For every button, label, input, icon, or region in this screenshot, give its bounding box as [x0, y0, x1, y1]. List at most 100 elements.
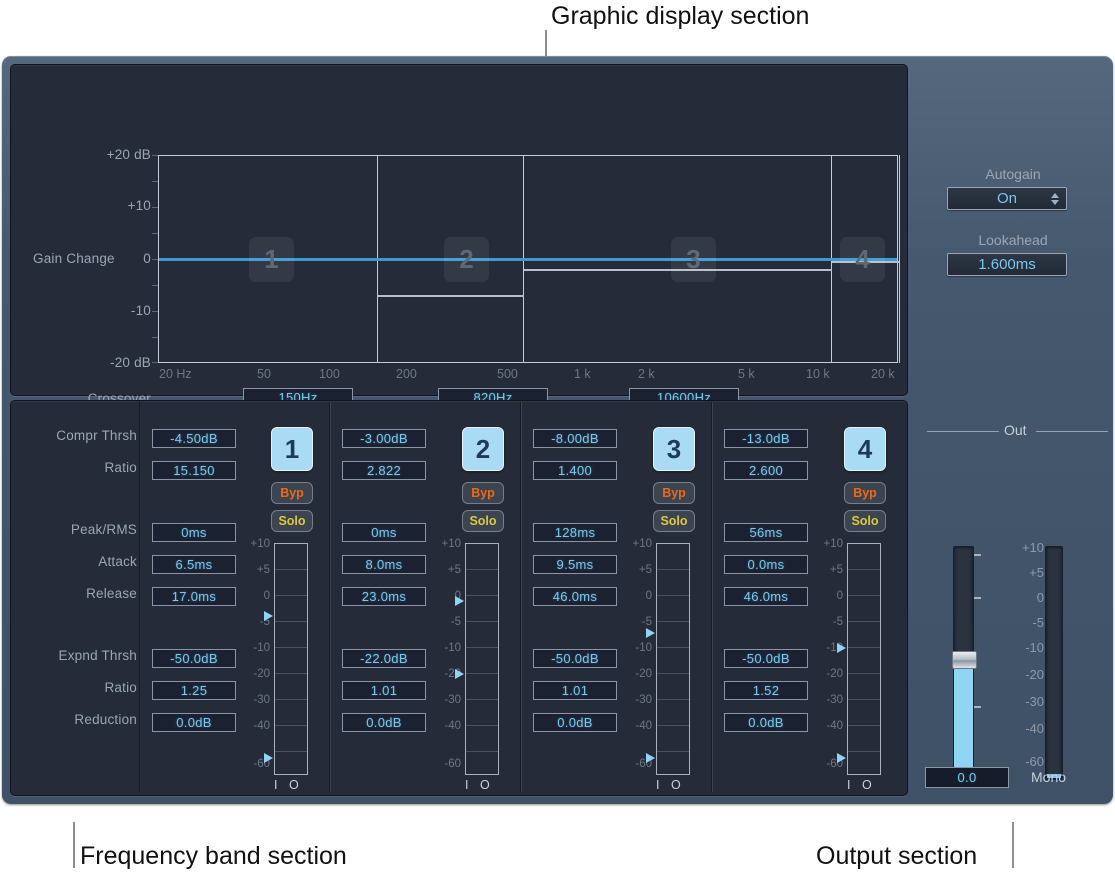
band-3-bypass-button[interactable]: Byp — [653, 482, 695, 504]
output-fader-fill — [954, 659, 973, 779]
graphic-display-section: +20 dB +10 0 -10 -20 dB Gain Change — [10, 64, 908, 396]
band-4-meter-scale-minus5: -5 — [801, 616, 843, 628]
band-3-expnd-ratio-field[interactable]: 1.01 — [533, 681, 617, 700]
band-1-expnd-ratio-field[interactable]: 1.25 — [152, 681, 236, 700]
band-2-meter-scale-plus5: +5 — [419, 564, 461, 576]
band-4-expnd-threshold-marker[interactable] — [837, 753, 846, 763]
lookahead-label: Lookahead — [923, 232, 1103, 248]
band-2-expnd-threshold-marker[interactable] — [455, 669, 464, 679]
band-2-expnd-ratio-field[interactable]: 1.01 — [342, 681, 426, 700]
band-3-compr-ratio-field[interactable]: 1.400 — [533, 461, 617, 480]
band-3-meter-scale-minus20: -20 — [610, 668, 652, 680]
autogain-popup[interactable]: On — [947, 187, 1067, 210]
band-4-expnd-thrsh-field[interactable]: -50.0dB — [724, 649, 808, 668]
makeup-line-band-2[interactable] — [378, 295, 524, 297]
x-tick-20hz: 20 Hz — [159, 367, 192, 381]
lookahead-field[interactable]: 1.600ms — [947, 253, 1067, 276]
band-4-meter-scale-minus30: -30 — [801, 694, 843, 706]
y-tick-minus10: -10 — [69, 303, 151, 318]
band-1-compr-threshold-marker[interactable] — [264, 611, 273, 621]
band-2-peak-rms-field[interactable]: 0ms — [342, 523, 426, 542]
band-2-release-field[interactable]: 23.0ms — [342, 587, 426, 606]
band-column-divider — [712, 402, 713, 792]
band-1-expnd-thrsh-field[interactable]: -50.0dB — [152, 649, 236, 668]
callout-frequency-band-line — [73, 822, 75, 868]
band-1-meter-scale-plus5: +5 — [228, 564, 270, 576]
compr-ratio-label: Ratio — [11, 460, 137, 475]
x-tick-1k: 1 k — [574, 367, 591, 381]
band-4-release-field[interactable]: 46.0ms — [724, 587, 808, 606]
band-2-expnd-thrsh-field[interactable]: -22.0dB — [342, 649, 426, 668]
band-4-compr-ratio-field[interactable]: 2.600 — [724, 461, 808, 480]
band-1-meter-scale-minus20: -20 — [228, 668, 270, 680]
attack-label: Attack — [11, 554, 137, 569]
band-3-meter-scale-0: 0 — [610, 590, 652, 602]
out-scale-minus20: -20 — [988, 667, 1044, 682]
band-3-compr-thrsh-field[interactable]: -8.00dB — [533, 429, 617, 448]
plot-band-badge-3[interactable]: 3 — [671, 237, 716, 282]
callout-output-label: Output section — [816, 842, 977, 871]
band-3-solo-button[interactable]: Solo — [653, 510, 695, 532]
band-4-attack-field[interactable]: 0.0ms — [724, 555, 808, 574]
band-4-compr-thrsh-field[interactable]: -13.0dB — [724, 429, 808, 448]
band-3-select-button[interactable]: 3 — [653, 427, 695, 471]
band-2-select-button[interactable]: 2 — [462, 427, 504, 471]
band-1-release-field[interactable]: 17.0ms — [152, 587, 236, 606]
gain-change-plot[interactable]: 1 2 3 4 — [158, 155, 898, 363]
x-tick-2k: 2 k — [638, 367, 655, 381]
out-scale-0: 0 — [988, 590, 1044, 605]
output-level-fader[interactable] — [953, 546, 974, 780]
band-4-solo-button[interactable]: Solo — [844, 510, 886, 532]
band-4-select-button[interactable]: 4 — [844, 427, 886, 471]
band-2-reduction-field[interactable]: 0.0dB — [342, 713, 426, 732]
band-3-reduction-field[interactable]: 0.0dB — [533, 713, 617, 732]
band-3-expnd-threshold-marker[interactable] — [646, 753, 655, 763]
x-tick-5k: 5 k — [738, 367, 755, 381]
band-1-reduction-field[interactable]: 0.0dB — [152, 713, 236, 732]
band-3-expnd-thrsh-field[interactable]: -50.0dB — [533, 649, 617, 668]
output-rule-right — [1036, 431, 1108, 432]
band-2-solo-button[interactable]: Solo — [462, 510, 504, 532]
expnd-thrsh-label: Expnd Thrsh — [11, 648, 137, 663]
band-3-attack-field[interactable]: 9.5ms — [533, 555, 617, 574]
band-4-compr-threshold-marker[interactable] — [837, 643, 846, 653]
band-4-bypass-button[interactable]: Byp — [844, 482, 886, 504]
band-1-compr-ratio-field[interactable]: 15.150 — [152, 461, 236, 480]
band-1-meter-scale-0: 0 — [228, 590, 270, 602]
band-3-release-field[interactable]: 46.0ms — [533, 587, 617, 606]
band-1-attack-field[interactable]: 6.5ms — [152, 555, 236, 574]
band-3-compr-threshold-marker[interactable] — [646, 628, 655, 638]
band-2-bypass-button[interactable]: Byp — [462, 482, 504, 504]
band-3-gain-reduction-meter — [656, 543, 690, 775]
x-tick-100: 100 — [319, 367, 340, 381]
band-3-peak-rms-field[interactable]: 128ms — [533, 523, 617, 542]
plot-band-badge-4[interactable]: 4 — [840, 237, 885, 282]
band-1-meter-scale-minus30: -30 — [228, 694, 270, 706]
plot-band-badge-2[interactable]: 2 — [444, 237, 489, 282]
mono-label: Mono — [1031, 769, 1066, 785]
output-level-field[interactable]: 0.0 — [925, 767, 1009, 788]
band-2-compr-threshold-marker[interactable] — [455, 596, 464, 606]
x-tick-50: 50 — [257, 367, 271, 381]
band-4-expnd-ratio-field[interactable]: 1.52 — [724, 681, 808, 700]
band-4-gain-reduction-meter — [847, 543, 881, 775]
band-2-compr-thrsh-field[interactable]: -3.00dB — [342, 429, 426, 448]
band-3-meter-scale-minus10: -10 — [610, 642, 652, 654]
expnd-ratio-label: Ratio — [11, 680, 137, 695]
multiband-compressor-window: +20 dB +10 0 -10 -20 dB Gain Change — [2, 56, 1113, 804]
output-fader-knob[interactable] — [952, 651, 977, 669]
band-3-meter-scale-minus30: -30 — [610, 694, 652, 706]
band-4-peak-rms-field[interactable]: 56ms — [724, 523, 808, 542]
band-1-solo-button[interactable]: Solo — [271, 510, 313, 532]
band-2-attack-field[interactable]: 8.0ms — [342, 555, 426, 574]
band-1-compr-thrsh-field[interactable]: -4.50dB — [152, 429, 236, 448]
band-1-expnd-threshold-marker[interactable] — [264, 753, 273, 763]
band-2-compr-ratio-field[interactable]: 2.822 — [342, 461, 426, 480]
band-1-peak-rms-field[interactable]: 0ms — [152, 523, 236, 542]
band-3-meter-scale-minus5: -5 — [610, 616, 652, 628]
band-1-select-button[interactable]: 1 — [271, 427, 313, 471]
plot-band-badge-1[interactable]: 1 — [249, 237, 294, 282]
band-1-bypass-button[interactable]: Byp — [271, 482, 313, 504]
band-4-reduction-field[interactable]: 0.0dB — [724, 713, 808, 732]
out-scale-plus5: +5 — [988, 565, 1044, 580]
